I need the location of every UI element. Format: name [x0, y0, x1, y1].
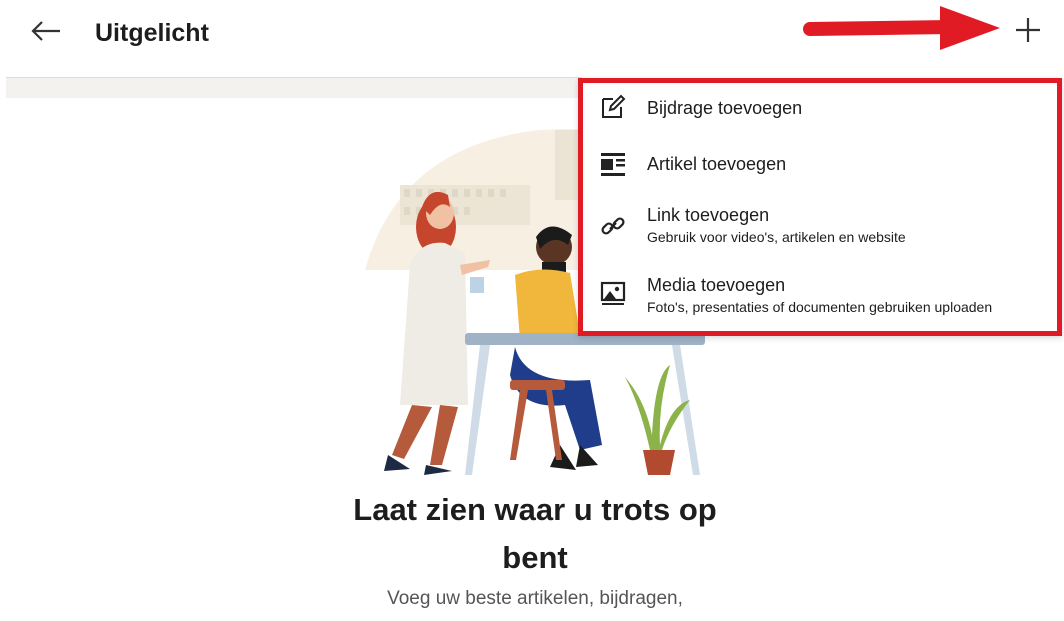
menu-item-label: Link toevoegen — [647, 205, 770, 225]
link-icon — [601, 217, 625, 235]
arrow-left-icon — [31, 21, 60, 41]
menu-item-description: Foto's, presentaties of documenten gebru… — [647, 299, 993, 315]
article-icon — [601, 153, 625, 176]
menu-item-add-link[interactable]: Link toevoegen Gebruik voor video's, art… — [583, 195, 1057, 259]
empty-state-headline: Laat zien waar u trots op bent — [300, 486, 770, 582]
annotation-arrow — [803, 6, 1000, 50]
menu-item-add-media[interactable]: Media toevoegen Foto's, presentaties of … — [583, 265, 1057, 331]
image-icon — [600, 281, 626, 305]
page-title: Uitgelicht — [95, 19, 209, 47]
section-divider — [6, 77, 582, 98]
menu-item-label: Bijdrage toevoegen — [647, 98, 803, 118]
add-button[interactable] — [1006, 10, 1050, 50]
menu-item-description: Gebruik voor video's, artikelen en websi… — [647, 229, 906, 245]
plus-icon — [1016, 18, 1040, 42]
headline-line-2: bent — [502, 540, 568, 575]
top-bar: Uitgelicht — [0, 0, 1064, 76]
add-content-menu: Bijdrage toevoegen Artikel toevoegen Lin… — [578, 78, 1062, 336]
menu-item-label: Artikel toevoegen — [647, 154, 787, 174]
back-button[interactable] — [26, 14, 66, 50]
empty-state-subtext: Voeg uw beste artikelen, bijdragen, — [387, 588, 683, 609]
menu-item-add-post[interactable]: Bijdrage toevoegen — [583, 83, 1057, 135]
menu-item-label: Media toevoegen — [647, 275, 786, 295]
headline-line-1: Laat zien waar u trots op — [353, 492, 717, 527]
edit-pencil-icon — [602, 94, 626, 118]
menu-item-add-article[interactable]: Artikel toevoegen — [583, 139, 1057, 191]
